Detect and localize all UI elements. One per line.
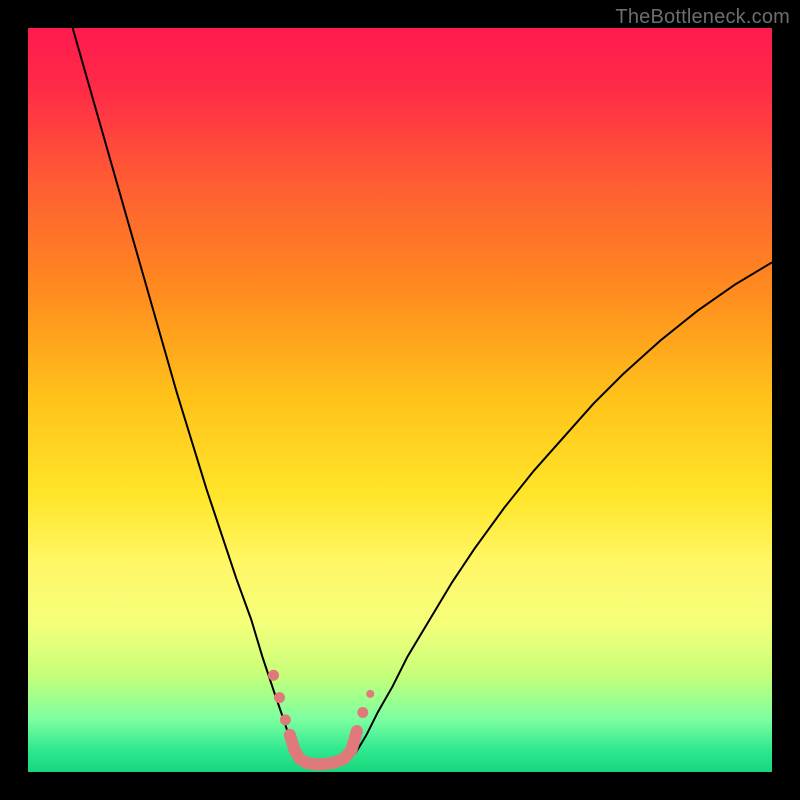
watermark-text: TheBottleneck.com <box>615 6 790 29</box>
left-dot-2 <box>274 692 285 703</box>
right-dot-2 <box>366 690 374 698</box>
left-dot-3 <box>280 714 291 725</box>
chart-svg <box>28 28 772 772</box>
chart-frame <box>28 28 772 772</box>
left-dot-1 <box>268 670 279 681</box>
right-dot-1 <box>357 707 368 718</box>
chart-background <box>28 28 772 772</box>
